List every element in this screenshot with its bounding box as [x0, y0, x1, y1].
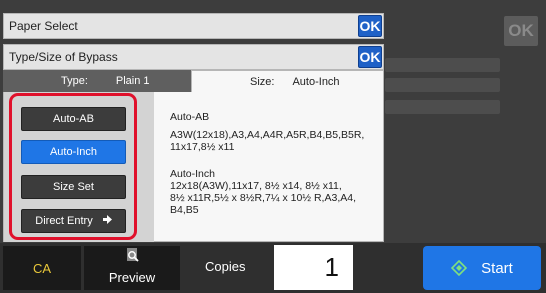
bypass-ok-button[interactable]: OK [358, 46, 382, 68]
auto-ab-sizes-line1: A3W(12x18),A3,A4,A4R,A5R,B4,B5,B5R, [170, 129, 365, 141]
auto-ab-title: Auto-AB [170, 111, 210, 123]
start-diamond-icon [451, 260, 468, 276]
tab-size-label: Size: [250, 75, 275, 88]
start-label: Start [481, 259, 513, 277]
auto-inch-sizes-line3: B4,B5 [170, 204, 199, 216]
tab-type-value: Plain 1 [115, 75, 150, 87]
preview-magnifier-icon [126, 248, 140, 267]
copies-label: Copies [205, 259, 246, 274]
tab-type[interactable]: Type: Plain 1 [3, 70, 191, 92]
type-size-tabs: Type: Plain 1 Size: Auto-Inch [3, 70, 384, 92]
background-row [385, 58, 500, 72]
background-ok-button: OK [504, 16, 538, 46]
preview-button[interactable]: Preview [84, 246, 180, 290]
tab-type-label: Type: [61, 75, 88, 87]
highlight-frame [9, 93, 137, 240]
bypass-title: Type/Size of Bypass [9, 50, 118, 64]
paper-select-title: Paper Select [9, 19, 78, 33]
ca-button[interactable]: CA [3, 246, 81, 290]
background-row [385, 100, 500, 114]
background-row [385, 78, 500, 92]
auto-inch-title: Auto-Inch [170, 168, 215, 180]
paper-select-bar: Paper Select OK [3, 13, 384, 39]
auto-inch-sizes-line2: 8½ x11R,5½ x 8½R,7¼ x 10½ R,A3,A4, [170, 192, 356, 204]
tab-size[interactable]: Size: Auto-Inch [191, 70, 384, 92]
copies-count-field[interactable]: 1 [274, 245, 353, 290]
tab-size-value: Auto-Inch [292, 75, 340, 88]
bypass-bar: Type/Size of Bypass OK [3, 44, 384, 70]
start-button[interactable]: Start [423, 246, 541, 290]
paper-select-ok-button[interactable]: OK [358, 15, 382, 37]
auto-inch-sizes-line1: 12x18(A3W),11x17, 8½ x14, 8½ x11, [170, 180, 342, 192]
preview-label: Preview [108, 270, 156, 285]
auto-ab-sizes-line2: 11x17,8½ x11 [170, 141, 235, 153]
